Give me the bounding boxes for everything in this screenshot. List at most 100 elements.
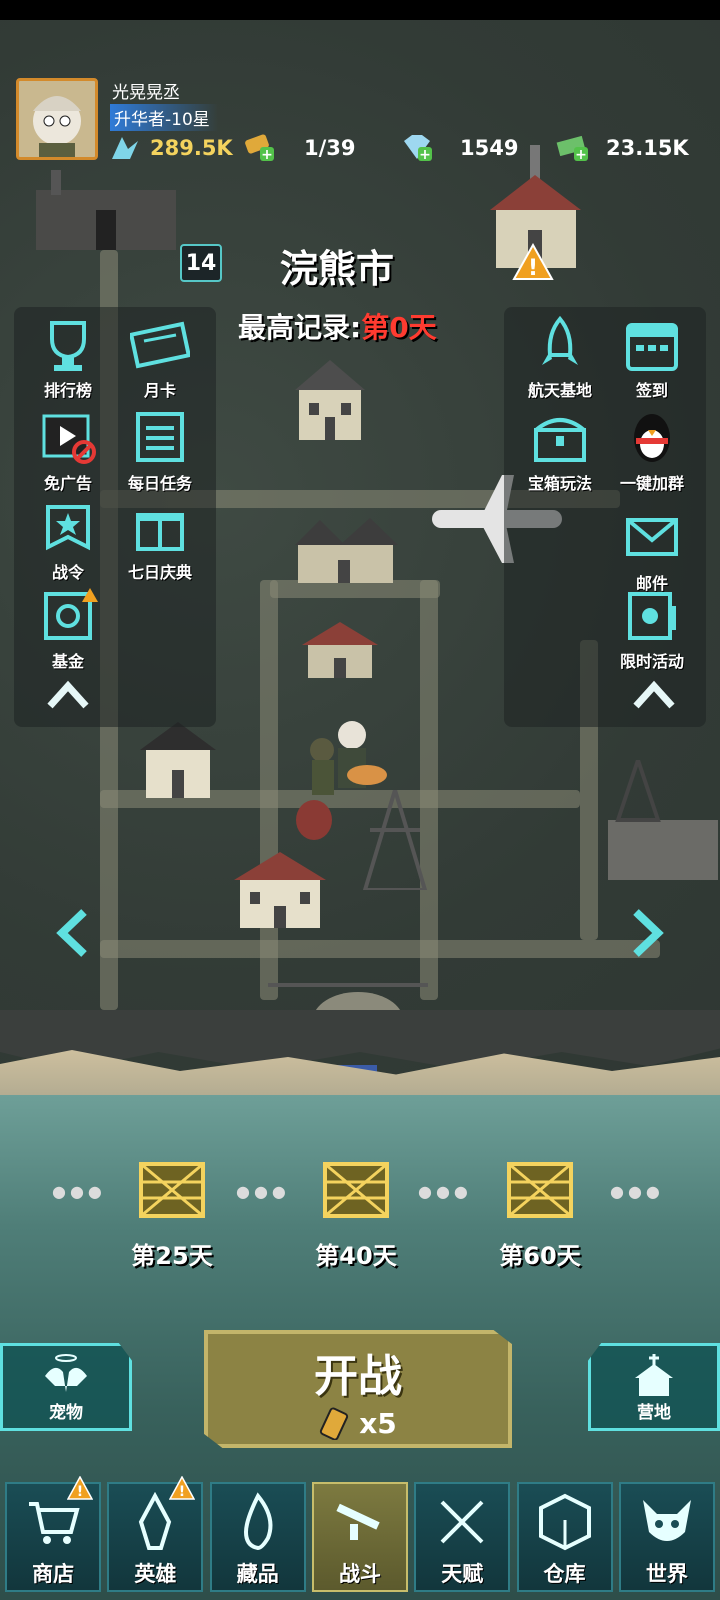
rifle-icon xyxy=(330,1492,390,1552)
collapse-left-panel-icon[interactable] xyxy=(46,680,90,710)
progress-dots: ●●● xyxy=(610,1182,664,1201)
bottom-nav: 商店 ! 英雄 ! 藏品 战斗 天赋 仓库 世界 xyxy=(0,1476,720,1600)
camp-church-icon xyxy=(629,1352,679,1398)
substation-building xyxy=(608,760,718,880)
safe-icon xyxy=(38,586,98,646)
svg-text:!: ! xyxy=(179,1484,185,1500)
nav-hero[interactable]: 英雄 ! xyxy=(107,1476,204,1592)
diamond-value: 1549 xyxy=(460,136,519,160)
svg-text:+: + xyxy=(261,147,273,163)
pet-button[interactable]: 宠物 xyxy=(0,1343,132,1431)
previous-city-icon[interactable] xyxy=(52,908,92,958)
start-battle-button[interactable]: 开战 x5 xyxy=(204,1330,512,1448)
mail-icon xyxy=(622,508,682,568)
fund-button[interactable]: 基金 xyxy=(22,586,114,672)
dna-icon xyxy=(432,1492,492,1552)
crate-icon xyxy=(505,1160,575,1220)
warning-icon[interactable]: ! xyxy=(512,243,554,281)
record-value: 第0天 xyxy=(361,311,437,344)
white-house-building xyxy=(234,852,326,928)
energy-battery-icon xyxy=(320,1407,349,1440)
chest-icon xyxy=(530,408,590,468)
warning-icon: ! xyxy=(169,1476,196,1500)
leaderboard-button[interactable]: 排行榜 xyxy=(22,315,114,401)
crate-icon xyxy=(321,1160,391,1220)
monthly-card-button[interactable]: 月卡 xyxy=(114,315,206,401)
space-base-button[interactable]: 航天基地 xyxy=(514,315,606,401)
dark-house-building xyxy=(295,518,398,583)
cash-resource[interactable]: + 23.15K xyxy=(556,132,689,164)
collapse-right-panel-icon[interactable] xyxy=(632,680,676,710)
nav-world[interactable]: 世界 xyxy=(618,1482,715,1592)
no-ads-icon xyxy=(38,408,98,468)
nav-battle[interactable]: 战斗 xyxy=(311,1482,408,1592)
milestone-reward[interactable]: 第60天 xyxy=(490,1160,590,1271)
cart-icon xyxy=(23,1492,83,1552)
hero-icon xyxy=(125,1491,185,1552)
milestone-reward[interactable]: 第40天 xyxy=(306,1160,406,1271)
power-resource: 289.5K xyxy=(108,132,233,164)
next-city-icon[interactable] xyxy=(628,908,668,958)
gift-icon xyxy=(130,497,190,557)
best-record: 最高记录:第0天 xyxy=(238,306,437,346)
diamond-resource[interactable]: + 1549 xyxy=(400,132,518,164)
progress-dots: ●●● xyxy=(52,1182,106,1201)
hero-squad[interactable] xyxy=(292,710,392,840)
no-ads-button[interactable]: 免广告 xyxy=(22,408,114,494)
svg-text:!: ! xyxy=(528,256,538,281)
rocket-icon xyxy=(530,315,590,375)
svg-text:+: + xyxy=(575,147,587,163)
nav-warehouse[interactable]: 仓库 xyxy=(516,1482,613,1592)
ticket-icon xyxy=(128,315,192,375)
power-value: 289.5K xyxy=(150,136,233,160)
city-level-badge: 14 xyxy=(180,244,222,282)
battle-pass-button[interactable]: 战令 xyxy=(22,497,114,583)
chest-mode-button[interactable]: 宝箱玩法 xyxy=(514,408,606,494)
monster-icon xyxy=(637,1492,697,1552)
milestone-reward[interactable]: 第25天 xyxy=(122,1160,222,1271)
daily-task-button[interactable]: 每日任务 xyxy=(114,408,206,494)
energy-plus-icon[interactable]: + xyxy=(242,133,276,163)
player-name: 光晃晃丞 xyxy=(112,83,180,103)
nav-shop[interactable]: 商店 ! xyxy=(5,1476,102,1592)
energy-resource[interactable]: + 1/39 xyxy=(242,132,356,164)
battle-cost: x5 xyxy=(208,1406,508,1440)
box-icon xyxy=(535,1492,595,1552)
join-group-button[interactable]: 一键加群 xyxy=(606,408,698,494)
progress-dots: ●●● xyxy=(418,1182,472,1201)
nav-talent[interactable]: 天赋 xyxy=(414,1482,511,1592)
mail-button[interactable]: 邮件 xyxy=(606,508,698,594)
sign-in-button[interactable]: 签到 xyxy=(606,315,698,401)
mansion-building xyxy=(295,360,365,440)
nav-collection[interactable]: 藏品 xyxy=(209,1482,306,1592)
cash-plus-icon[interactable]: + xyxy=(556,133,590,163)
power-icon xyxy=(108,133,142,163)
red-roof-house xyxy=(302,622,378,678)
cash-value: 23.15K xyxy=(606,136,689,160)
svg-text:+: + xyxy=(419,147,431,163)
flame-icon xyxy=(228,1492,288,1552)
player-rank: 升华者-10星 xyxy=(110,104,218,131)
penguin-icon xyxy=(622,408,682,468)
camp-button[interactable]: 营地 xyxy=(588,1343,720,1431)
warning-icon: ! xyxy=(67,1476,94,1500)
crate-icon xyxy=(137,1160,207,1220)
small-house-building xyxy=(140,722,216,798)
diamond-plus-icon[interactable]: + xyxy=(400,133,434,163)
progress-dots: ●●● xyxy=(236,1182,290,1201)
banner-icon xyxy=(38,497,98,557)
limited-event-button[interactable]: 限时活动 xyxy=(606,586,698,672)
seven-day-button[interactable]: 七日庆典 xyxy=(114,497,206,583)
event-icon xyxy=(622,586,682,646)
factory-building xyxy=(36,170,176,250)
city-name: 浣熊市 xyxy=(280,247,395,291)
player-avatar[interactable] xyxy=(16,78,98,160)
calendar-icon xyxy=(622,315,682,375)
status-bar xyxy=(0,0,720,20)
task-list-icon xyxy=(130,408,190,468)
trophy-icon xyxy=(38,315,98,375)
svg-text:!: ! xyxy=(77,1484,83,1500)
energy-value: 1/39 xyxy=(304,136,356,160)
record-label: 最高记录: xyxy=(238,311,362,344)
angel-pet-icon xyxy=(41,1352,91,1398)
